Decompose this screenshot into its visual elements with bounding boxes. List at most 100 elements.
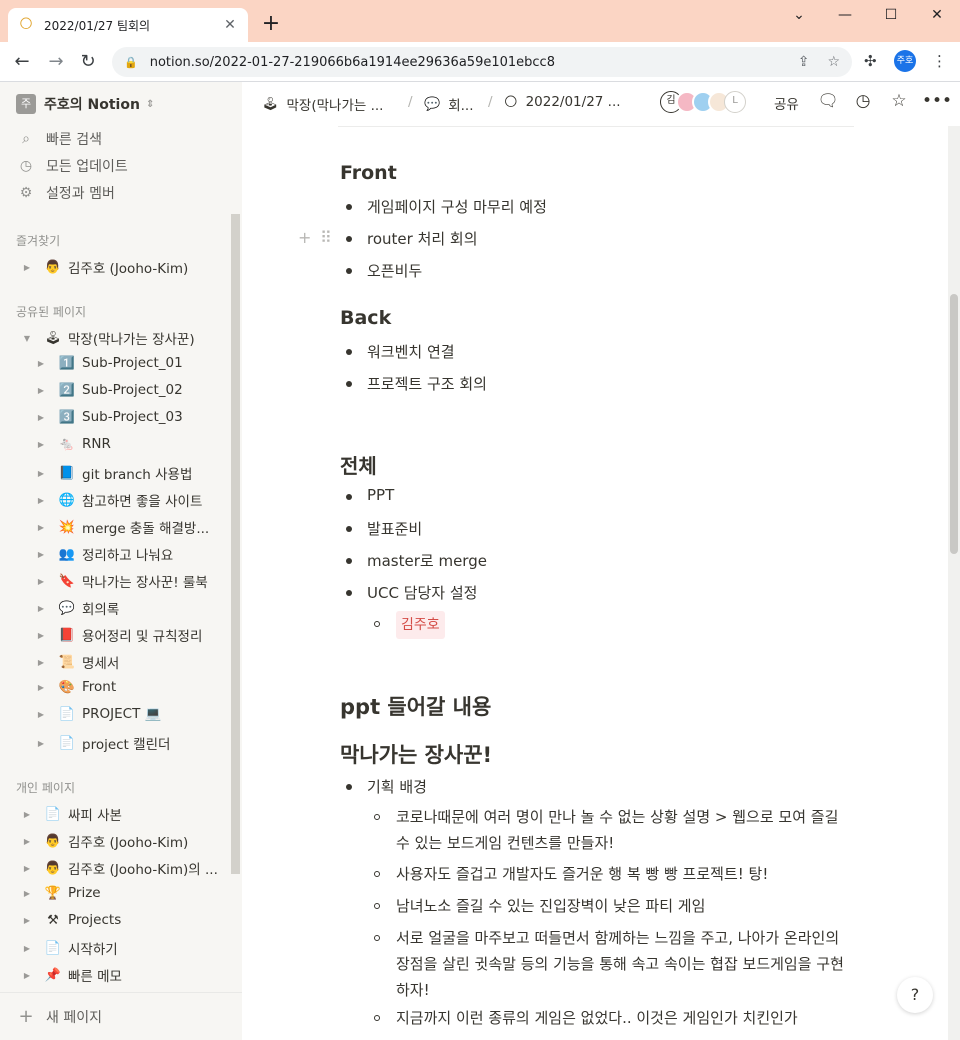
list-item[interactable]: 워크벤치 연결 bbox=[346, 341, 455, 362]
expand-triangle-icon[interactable]: ▶ bbox=[22, 889, 32, 898]
history-clock-icon[interactable]: ◷ bbox=[852, 91, 874, 111]
sidebar-item-reference-sites[interactable]: ▶ 🌐 참고하면 좋을 사이트 bbox=[36, 490, 202, 511]
maximize-button[interactable]: ☐ bbox=[868, 0, 914, 32]
sidebar-item-makjang[interactable]: ▼ 🕹 막장(막나가는 장사꾼) bbox=[22, 328, 195, 349]
list-item[interactable]: 프로젝트 구조 회의 bbox=[346, 373, 487, 394]
expand-triangle-icon[interactable]: ▶ bbox=[36, 577, 46, 586]
url-text[interactable]: notion.so/2022-01-27-219066b6a1914ee2963… bbox=[150, 55, 780, 70]
sidebar-item-project-calendar[interactable]: ▶ 📄 project 캘린더 bbox=[36, 733, 170, 754]
minimize-button[interactable]: — bbox=[822, 0, 868, 32]
expand-triangle-icon[interactable]: ▶ bbox=[36, 683, 46, 692]
breadcrumb-makjang[interactable]: 🕹 막장(막나가는 ... bbox=[262, 94, 383, 115]
expand-triangle-icon[interactable]: ▶ bbox=[36, 604, 46, 613]
sidebar-item-prize[interactable]: ▶ 🏆 Prize bbox=[22, 885, 101, 901]
more-options-icon[interactable]: ••• bbox=[922, 91, 952, 111]
expand-triangle-icon[interactable]: ▶ bbox=[22, 837, 32, 846]
sidebar-item-spec[interactable]: ▶ 📜 명세서 bbox=[36, 652, 119, 673]
sub-list-item[interactable]: 코로나때문에 여러 명이 만나 놀 수 없는 상황 설명 > 웹으로 모여 즐길… bbox=[374, 804, 854, 856]
sub-list-item[interactable]: 김주호 bbox=[374, 611, 854, 639]
sidebar-item-minutes[interactable]: ▶ 💬 회의록 bbox=[36, 598, 119, 619]
extensions-puzzle-icon[interactable]: ✣ bbox=[864, 52, 877, 70]
expand-triangle-icon[interactable]: ▶ bbox=[22, 971, 32, 980]
new-page-button[interactable]: + 새 페이지 bbox=[18, 1006, 102, 1027]
expand-triangle-icon[interactable]: ▶ bbox=[22, 944, 32, 953]
list-item[interactable]: PPT bbox=[346, 486, 394, 504]
expand-triangle-icon[interactable]: ▶ bbox=[22, 864, 32, 873]
help-button[interactable]: ? bbox=[897, 977, 933, 1013]
sidebar-item-share[interactable]: ▶ 👥 정리하고 나눠요 bbox=[36, 544, 173, 565]
favorite-star-icon[interactable]: ☆ bbox=[888, 91, 910, 111]
list-item[interactable]: UCC 담당자 설정 bbox=[346, 582, 477, 603]
expand-triangle-icon[interactable]: ▶ bbox=[36, 523, 46, 532]
close-window-button[interactable]: ✕ bbox=[914, 0, 960, 32]
sub-list-item[interactable]: 사용자도 즐겁고 개발자도 즐거운 행 복 빵 빵 프로젝트! 탕! bbox=[374, 861, 854, 887]
sidebar-item-ssafy-copy[interactable]: ▶ 📄 싸피 사본 bbox=[22, 804, 122, 825]
bookmark-star-icon[interactable]: ☆ bbox=[827, 54, 840, 70]
sidebar-item-rnr[interactable]: ▶ 🐁 RNR bbox=[36, 436, 111, 452]
settings-button[interactable]: ⚙ 설정과 멤버 bbox=[18, 183, 115, 203]
sub-list-item[interactable]: 남녀노소 즐길 수 있는 진입장벽이 낮은 파티 게임 bbox=[374, 893, 854, 919]
browser-menu-icon[interactable]: ⋮ bbox=[932, 52, 947, 70]
breadcrumb-current-page[interactable]: 🌕 2022/01/27 ... bbox=[504, 94, 621, 110]
back-arrow-icon[interactable]: ← bbox=[8, 48, 36, 76]
expand-triangle-icon[interactable]: ▶ bbox=[36, 739, 46, 748]
address-bar[interactable]: 🔒 notion.so/2022-01-27-219066b6a1914ee29… bbox=[112, 47, 852, 77]
expand-triangle-icon[interactable]: ▶ bbox=[36, 386, 46, 395]
sidebar-item-subproject-01[interactable]: ▶ 1️⃣ Sub-Project_01 bbox=[36, 355, 183, 371]
profile-avatar[interactable]: 주호 bbox=[894, 50, 916, 72]
list-item[interactable]: 기획 배경 bbox=[346, 776, 427, 797]
expand-triangle-icon[interactable]: ▶ bbox=[22, 263, 32, 272]
comment-icon[interactable]: 🗨 bbox=[817, 91, 839, 111]
add-block-plus-icon[interactable]: + bbox=[298, 228, 311, 247]
breadcrumb-minutes[interactable]: 💬 회... bbox=[424, 94, 473, 115]
sub-list-item[interactable]: 서로 얼굴을 마주보고 떠들면서 함께하는 느낌을 주고, 나아가 온라인의 장… bbox=[374, 925, 854, 1003]
close-tab-icon[interactable]: ✕ bbox=[222, 17, 238, 33]
expand-triangle-icon[interactable]: ▶ bbox=[22, 916, 32, 925]
quick-search-button[interactable]: ⌕ 빠른 검색 bbox=[18, 129, 102, 149]
expand-triangle-icon[interactable]: ▶ bbox=[36, 413, 46, 422]
sidebar-item-favorite-jooho[interactable]: ▶ 👨 김주호 (Jooho-Kim) bbox=[22, 257, 188, 278]
sidebar-item-getting-started[interactable]: ▶ 📄 시작하기 bbox=[22, 938, 118, 959]
sidebar-item-glossary[interactable]: ▶ 📕 용어정리 및 규칙정리 bbox=[36, 625, 202, 646]
reload-icon[interactable]: ↻ bbox=[74, 48, 102, 76]
list-item[interactable]: router 처리 회의 bbox=[346, 228, 478, 249]
sidebar-item-merge-conflict[interactable]: ▶ 💥 merge 충돌 해결방... bbox=[36, 517, 209, 538]
expand-triangle-icon[interactable]: ▶ bbox=[36, 710, 46, 719]
share-page-icon[interactable]: ⇪ bbox=[798, 54, 810, 70]
new-tab-button[interactable]: + bbox=[258, 12, 284, 38]
tab-search-chevron-icon[interactable]: ⌄ bbox=[776, 0, 822, 32]
forward-arrow-icon[interactable]: → bbox=[42, 48, 70, 76]
content-scrollbar[interactable] bbox=[948, 126, 960, 1040]
collapse-triangle-icon[interactable]: ▼ bbox=[22, 334, 32, 343]
share-button[interactable]: 공유 bbox=[774, 93, 799, 113]
sidebar-item-jooho-2[interactable]: ▶ 👨 김주호 (Jooho-Kim)의 ... bbox=[22, 858, 218, 879]
sidebar-item-projects[interactable]: ▶ ⚒ Projects bbox=[22, 912, 121, 928]
expand-triangle-icon[interactable]: ▶ bbox=[36, 469, 46, 478]
drag-handle-icon[interactable]: ⠿ bbox=[320, 228, 332, 247]
expand-triangle-icon[interactable]: ▶ bbox=[36, 440, 46, 449]
list-item[interactable]: master로 merge bbox=[346, 550, 487, 571]
sidebar-item-project[interactable]: ▶ 📄 PROJECT 💻 bbox=[36, 706, 162, 722]
expand-triangle-icon[interactable]: ▶ bbox=[36, 496, 46, 505]
expand-triangle-icon[interactable]: ▶ bbox=[36, 631, 46, 640]
sidebar-item-git-branch[interactable]: ▶ 📘 git branch 사용법 bbox=[36, 463, 192, 484]
all-updates-button[interactable]: ◷ 모든 업데이트 bbox=[18, 156, 128, 176]
list-item[interactable]: 발표준비 bbox=[346, 518, 422, 539]
sub-list-item[interactable]: 지금까지 이런 종류의 게임은 없었다.. 이것은 게임인가 치킨인가 bbox=[374, 1005, 854, 1031]
list-item[interactable]: 오픈비두 bbox=[346, 260, 422, 281]
expand-triangle-icon[interactable]: ▶ bbox=[36, 550, 46, 559]
expand-triangle-icon[interactable]: ▶ bbox=[22, 810, 32, 819]
sidebar-item-subproject-03[interactable]: ▶ 3️⃣ Sub-Project_03 bbox=[36, 409, 183, 425]
workspace-switcher[interactable]: 주 주호의 Notion ⇕ bbox=[16, 94, 154, 114]
sidebar-item-front[interactable]: ▶ 🎨 Front bbox=[36, 679, 116, 695]
scrollbar-thumb[interactable] bbox=[950, 294, 958, 554]
sidebar-item-quick-note[interactable]: ▶ 📌 빠른 메모 bbox=[22, 965, 122, 986]
sidebar-scrollbar[interactable] bbox=[231, 214, 240, 874]
browser-tab[interactable]: 🌕 2022/01/27 팀회의 ✕ bbox=[8, 8, 248, 42]
expand-triangle-icon[interactable]: ▶ bbox=[36, 658, 46, 667]
sidebar-item-jooho[interactable]: ▶ 👨 김주호 (Jooho-Kim) bbox=[22, 831, 188, 852]
expand-triangle-icon[interactable]: ▶ bbox=[36, 359, 46, 368]
person-tag[interactable]: 김주호 bbox=[396, 611, 445, 639]
list-item[interactable]: 게임페이지 구성 마무리 예정 bbox=[346, 196, 547, 217]
sidebar-item-rulebook[interactable]: ▶ 🔖 막나가는 장사꾼! 룰북 bbox=[36, 571, 208, 592]
